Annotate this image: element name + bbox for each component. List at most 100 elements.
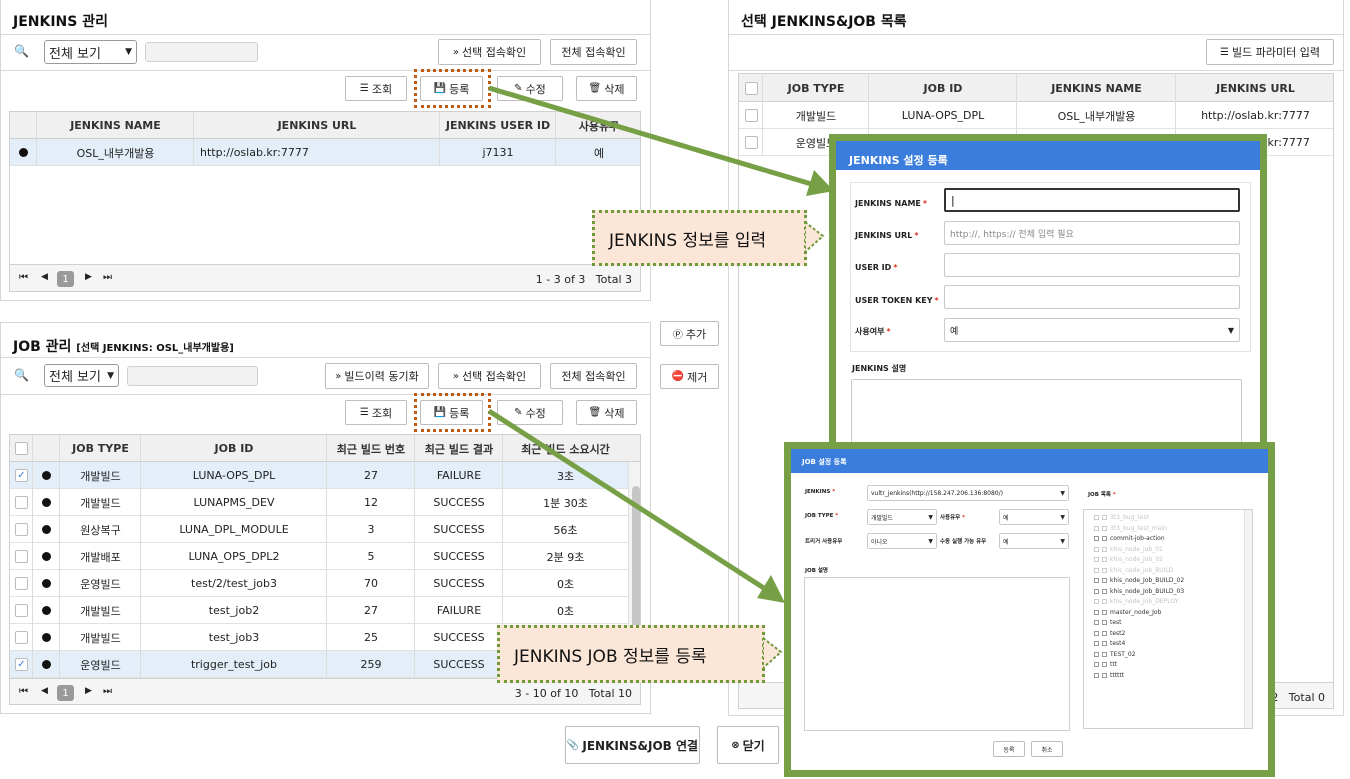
tree-item[interactable]: TEST_02 bbox=[1094, 651, 1136, 658]
trigger-select[interactable]: 아니오 ▼ bbox=[867, 533, 937, 549]
select-check-button[interactable]: » 선택 접속확인 bbox=[438, 363, 541, 389]
row-checkbox[interactable] bbox=[15, 496, 28, 509]
remove-button[interactable]: ⛔ 제거 bbox=[660, 364, 719, 389]
tree-checkbox[interactable] bbox=[1094, 525, 1099, 531]
tree-checkbox[interactable] bbox=[1094, 557, 1099, 562]
tree-item[interactable]: khis_node_Job_BUILD_03 bbox=[1094, 588, 1184, 595]
tree-checkbox[interactable] bbox=[1094, 609, 1099, 615]
table-row[interactable]: 운영빌드 test/2/test_job3 70 SUCCESS 0초 bbox=[10, 570, 640, 597]
tree-item[interactable]: tttttt bbox=[1094, 672, 1124, 679]
job-tree[interactable]: 3t3_bug_test 3t3_bug_test_main commit-job-… bbox=[1083, 509, 1253, 729]
job-search-input[interactable] bbox=[127, 366, 258, 386]
all-check-button[interactable]: 전체 접속확인 bbox=[550, 39, 637, 65]
table-row[interactable]: 개발빌드 test_job2 27 FAILURE 0초 bbox=[10, 597, 640, 624]
tree-checkbox[interactable] bbox=[1094, 672, 1099, 678]
close-button[interactable]: ⊗ 닫기 bbox=[717, 726, 779, 764]
tree-checkbox[interactable] bbox=[1094, 630, 1099, 636]
row-checkbox[interactable] bbox=[15, 631, 28, 644]
row-checkbox[interactable] bbox=[15, 604, 28, 617]
sync-history-button[interactable]: » 빌드이력 동기화 bbox=[325, 363, 429, 389]
manual-select[interactable]: 예 ▼ bbox=[999, 533, 1069, 549]
link-jenkins-job-button[interactable]: 📎 JENKINS&JOB 연결 bbox=[565, 726, 700, 764]
tree-checkbox[interactable] bbox=[1094, 599, 1099, 604]
tree-checkbox[interactable] bbox=[1094, 578, 1099, 583]
first-page-icon[interactable]: ⏮ bbox=[19, 686, 28, 697]
edit-button[interactable]: ✎ 수정 bbox=[497, 400, 563, 425]
last-page-icon[interactable]: ⏭ bbox=[103, 272, 112, 283]
job-type-select[interactable]: 개발빌드 ▼ bbox=[867, 509, 937, 525]
jenkins-search-input[interactable] bbox=[145, 42, 258, 62]
tree-item[interactable]: khis_node_job_BUILD bbox=[1094, 567, 1173, 574]
tree-checkbox[interactable] bbox=[1094, 536, 1099, 541]
tree-item[interactable]: master_node_Job bbox=[1094, 609, 1161, 616]
select-check-button[interactable]: » 선택 접속확인 bbox=[438, 39, 541, 65]
tree-item[interactable]: 3t3_bug_test bbox=[1094, 514, 1149, 521]
tree-item[interactable]: test bbox=[1094, 619, 1122, 626]
first-page-icon[interactable]: ⏮ bbox=[19, 272, 28, 283]
prev-page-icon[interactable]: ◀ bbox=[41, 686, 48, 696]
row-checkbox[interactable] bbox=[15, 550, 28, 563]
tree-checkbox[interactable] bbox=[1094, 588, 1099, 594]
delete-button[interactable]: 🗑 삭제 bbox=[576, 400, 637, 425]
prev-page-icon[interactable]: ◀ bbox=[41, 272, 48, 282]
row-checkbox[interactable] bbox=[744, 109, 758, 122]
tree-item[interactable]: test4 bbox=[1094, 640, 1125, 647]
tree-item[interactable]: khis_node_Job_BUILD_02 bbox=[1094, 577, 1184, 584]
row-checkbox[interactable]: ✓ bbox=[15, 469, 28, 482]
page-number[interactable]: 1 bbox=[57, 685, 74, 701]
tree-checkbox[interactable] bbox=[1094, 641, 1099, 646]
chevron-down-icon: ▼ bbox=[1060, 537, 1065, 545]
table-row[interactable]: OSL_내부개발용 http://oslab.kr:7777 j7131 예 bbox=[10, 139, 640, 166]
delete-button[interactable]: 🗑 삭제 bbox=[576, 76, 637, 101]
table-row[interactable]: 원상복구 LUNA_DPL_MODULE 3 SUCCESS 56초 bbox=[10, 516, 640, 543]
tree-checkbox[interactable] bbox=[1094, 567, 1099, 573]
all-check-button[interactable]: 전체 접속확인 bbox=[550, 363, 637, 389]
last-page-icon[interactable]: ⏭ bbox=[103, 686, 112, 697]
job-filter-select[interactable]: 전체 보기 ▼ bbox=[44, 364, 119, 387]
label-text: 수동 실행 가능 유무 bbox=[940, 539, 987, 545]
user-token-input[interactable] bbox=[944, 285, 1240, 309]
tree-item-label: commit-job-action bbox=[1110, 535, 1165, 542]
tree-item[interactable]: khis_node_job_01 bbox=[1094, 546, 1163, 553]
use-select[interactable]: 예 ▼ bbox=[999, 509, 1069, 525]
tree-checkbox[interactable] bbox=[1094, 662, 1099, 667]
table-row[interactable]: ✓ 개발빌드 LUNA-OPS_DPL 27 FAILURE 3초 bbox=[10, 462, 640, 489]
edit-button[interactable]: ✎ 수정 bbox=[497, 76, 563, 101]
tree-item[interactable]: khis_node_job_02 bbox=[1094, 556, 1163, 563]
table-row[interactable]: 개발빌드 LUNAPMS_DEV 12 SUCCESS 1분 30초 bbox=[10, 489, 640, 516]
build-param-button[interactable]: ☰ 빌드 파라미터 입력 bbox=[1206, 39, 1334, 65]
row-checkbox[interactable] bbox=[15, 577, 28, 590]
next-page-icon[interactable]: ▶ bbox=[85, 272, 92, 282]
view-button[interactable]: ☰ 조회 bbox=[345, 76, 407, 101]
jenkins-url-input[interactable]: http://, https:// 전체 입력 필요 bbox=[944, 221, 1240, 245]
job-save-button[interactable]: 등록 bbox=[993, 741, 1025, 757]
tree-item[interactable]: commit-job-action bbox=[1094, 535, 1165, 542]
view-button[interactable]: ☰ 조회 bbox=[345, 400, 407, 425]
jenkins-select[interactable]: vultr_jenkins(http://158.247.206.136:808… bbox=[867, 485, 1069, 501]
row-checkbox[interactable]: ✓ bbox=[15, 658, 28, 671]
row-checkbox[interactable] bbox=[744, 136, 758, 149]
jenkins-name-input[interactable]: | bbox=[944, 188, 1240, 212]
next-page-icon[interactable]: ▶ bbox=[85, 686, 92, 696]
job-tree-scrollbar[interactable] bbox=[1244, 510, 1252, 728]
job-desc-textarea[interactable] bbox=[804, 577, 1070, 731]
select-all-checkbox[interactable] bbox=[744, 81, 758, 95]
tree-item[interactable]: khis_node_job_DEPLOY bbox=[1094, 598, 1178, 605]
table-row[interactable]: 개발배포 LUNA_OPS_DPL2 5 SUCCESS 2분 9초 bbox=[10, 543, 640, 570]
select-all-checkbox[interactable] bbox=[15, 442, 28, 455]
jenkins-filter-select[interactable]: 전체 보기 ▼ bbox=[44, 40, 137, 64]
add-button[interactable]: Ⓟ 추가 bbox=[660, 321, 719, 346]
tree-checkbox[interactable] bbox=[1094, 651, 1099, 657]
user-id-input[interactable] bbox=[944, 253, 1240, 277]
use-select[interactable]: 예 ▼ bbox=[944, 318, 1240, 342]
row-checkbox[interactable] bbox=[15, 523, 28, 536]
tree-checkbox[interactable] bbox=[1094, 515, 1099, 520]
tree-item[interactable]: 3t3_bug_test_main bbox=[1094, 525, 1167, 532]
job-cancel-button[interactable]: 취소 bbox=[1031, 741, 1063, 757]
tree-checkbox[interactable] bbox=[1094, 620, 1099, 625]
table-row[interactable]: 개발빌드 LUNA-OPS_DPL OSL_내부개발용 http://oslab… bbox=[739, 102, 1333, 129]
tree-checkbox[interactable] bbox=[1094, 546, 1099, 552]
page-number[interactable]: 1 bbox=[57, 271, 74, 287]
tree-item[interactable]: test2 bbox=[1094, 630, 1125, 637]
tree-item[interactable]: ttt bbox=[1094, 661, 1117, 668]
